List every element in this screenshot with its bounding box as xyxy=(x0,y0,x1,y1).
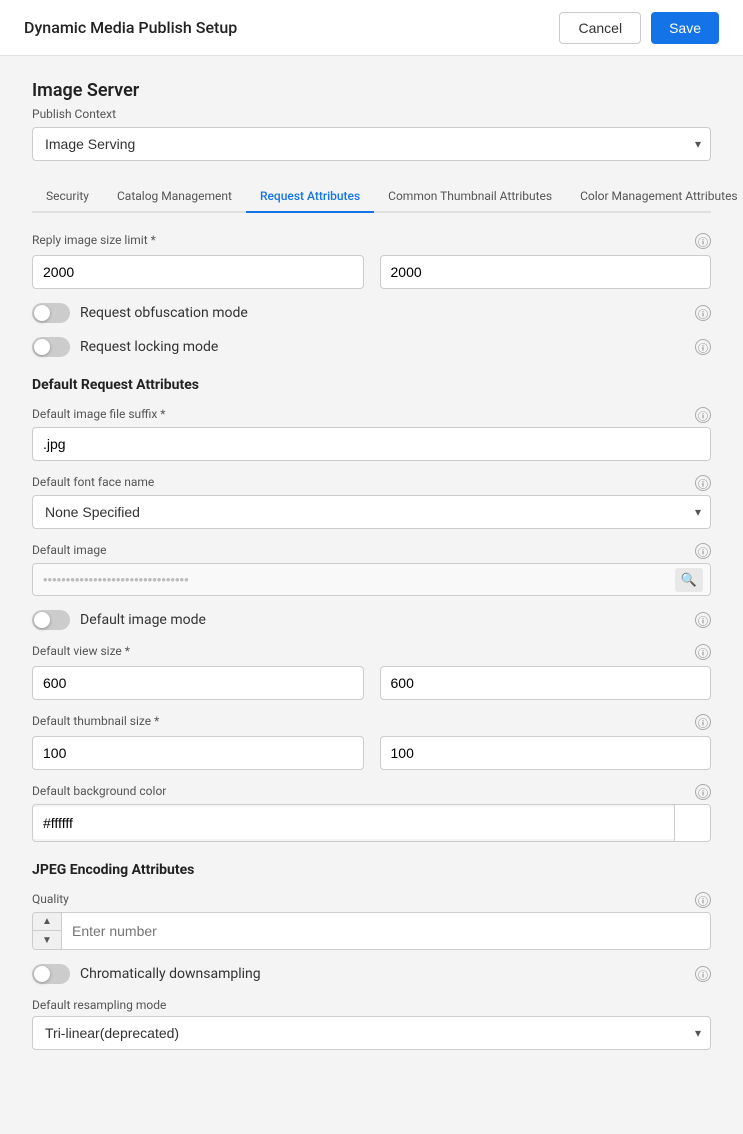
obfuscation-toggle-wrap: Request obfuscation mode xyxy=(32,303,248,323)
default-font-face-dropdown-wrap: None Specified ▾ xyxy=(32,495,711,529)
locking-info-icon[interactable]: ⓘ xyxy=(695,339,711,355)
locking-toggle-wrap: Request locking mode xyxy=(32,337,218,357)
default-resampling-label: Default resampling mode xyxy=(32,998,166,1012)
request-locking-label: Request locking mode xyxy=(80,339,218,355)
default-view-size-input-1[interactable] xyxy=(32,666,364,700)
default-image-search-icon[interactable]: 🔍 xyxy=(675,568,703,592)
color-swatch[interactable] xyxy=(674,805,710,841)
default-thumbnail-size-info-icon[interactable]: ⓘ xyxy=(695,714,711,730)
default-resampling-dropdown-wrap: Tri-linear(deprecated) ▾ xyxy=(32,1016,711,1050)
default-thumbnail-size-label-row: Default thumbnail size * ⓘ xyxy=(32,714,711,730)
default-image-suffix-info-icon[interactable]: ⓘ xyxy=(695,407,711,423)
toggle-knob-3 xyxy=(34,612,50,628)
toggle-knob xyxy=(34,305,50,321)
default-bg-color-label: Default background color xyxy=(32,784,166,798)
request-locking-toggle[interactable] xyxy=(32,337,70,357)
default-bg-color-label-row: Default background color ⓘ xyxy=(32,784,711,800)
tab-thumbnail[interactable]: Common Thumbnail Attributes xyxy=(374,181,566,213)
default-bg-color-info-icon[interactable]: ⓘ xyxy=(695,784,711,800)
save-button[interactable]: Save xyxy=(651,12,719,44)
default-font-face-row: Default font face name ⓘ xyxy=(32,475,711,491)
tab-security[interactable]: Security xyxy=(32,181,103,213)
publish-context-dropdown-wrap: Image Serving ▾ xyxy=(32,127,711,161)
quality-info-icon[interactable]: ⓘ xyxy=(695,892,711,908)
quality-stepper-down[interactable]: ▼ xyxy=(33,931,61,949)
default-font-face-label: Default font face name xyxy=(32,475,154,489)
default-view-size-label-row: Default view size * ⓘ xyxy=(32,644,711,660)
tab-request[interactable]: Request Attributes xyxy=(246,181,374,213)
header-actions: Cancel Save xyxy=(559,12,719,44)
main-content: Image Server Publish Context Image Servi… xyxy=(0,56,743,1074)
default-thumbnail-size-input-2[interactable] xyxy=(380,736,712,770)
chromatically-downsampling-label: Chromatically downsampling xyxy=(80,966,261,982)
header: Dynamic Media Publish Setup Cancel Save xyxy=(0,0,743,56)
default-image-row: Default image ⓘ xyxy=(32,543,711,559)
default-image-input-wrap: 🔍 xyxy=(32,563,711,596)
default-image-mode-toggle-wrap: Default image mode xyxy=(32,610,206,630)
chromatically-downsampling-row: Chromatically downsampling ⓘ xyxy=(32,964,711,984)
reply-image-size-info-icon[interactable]: ⓘ xyxy=(695,233,711,249)
publish-context-label: Publish Context xyxy=(32,107,711,121)
default-image-mode-label: Default image mode xyxy=(80,612,206,628)
default-thumbnail-size-label: Default thumbnail size * xyxy=(32,714,159,728)
reply-image-size-label: Reply image size limit * xyxy=(32,233,156,247)
default-font-face-info-icon[interactable]: ⓘ xyxy=(695,475,711,491)
quality-stepper: ▲ ▼ xyxy=(33,913,62,949)
quality-stepper-up[interactable]: ▲ xyxy=(33,913,61,931)
chromatically-downsampling-toggle-wrap: Chromatically downsampling xyxy=(32,964,261,984)
default-image-label: Default image xyxy=(32,543,106,557)
locking-row: Request locking mode ⓘ xyxy=(32,337,711,357)
tabs-bar: Security Catalog Management Request Attr… xyxy=(32,181,711,213)
reply-image-size-row: Reply image size limit * ⓘ xyxy=(32,233,711,249)
reply-image-size-inputs xyxy=(32,255,711,289)
default-image-suffix-label: Default image file suffix * xyxy=(32,407,165,421)
chromatically-downsampling-info-icon[interactable]: ⓘ xyxy=(695,966,711,982)
tab-color[interactable]: Color Management Attributes xyxy=(566,181,743,213)
default-font-face-select[interactable]: None Specified xyxy=(32,495,711,529)
obfuscation-info-icon[interactable]: ⓘ xyxy=(695,305,711,321)
default-request-section-heading: Default Request Attributes xyxy=(32,377,711,393)
default-image-input[interactable] xyxy=(32,563,711,596)
publish-context-select[interactable]: Image Serving xyxy=(32,127,711,161)
toggle-knob-4 xyxy=(34,966,50,982)
request-obfuscation-toggle[interactable] xyxy=(32,303,70,323)
quality-label: Quality xyxy=(32,892,69,906)
quality-label-row: Quality ⓘ xyxy=(32,892,711,908)
default-view-size-inputs xyxy=(32,666,711,700)
default-image-mode-row: Default image mode ⓘ xyxy=(32,610,711,630)
jpeg-section-heading: JPEG Encoding Attributes xyxy=(32,862,711,878)
default-image-suffix-input[interactable] xyxy=(32,427,711,461)
default-image-mode-info-icon[interactable]: ⓘ xyxy=(695,612,711,628)
quality-input[interactable] xyxy=(62,913,710,949)
request-obfuscation-label: Request obfuscation mode xyxy=(80,305,248,321)
reply-image-size-input-1[interactable] xyxy=(32,255,364,289)
toggle-knob-2 xyxy=(34,339,50,355)
cancel-button[interactable]: Cancel xyxy=(559,12,641,44)
chromatically-downsampling-toggle[interactable] xyxy=(32,964,70,984)
default-image-info-icon[interactable]: ⓘ xyxy=(695,543,711,559)
default-bg-color-input[interactable] xyxy=(33,807,674,839)
obfuscation-row: Request obfuscation mode ⓘ xyxy=(32,303,711,323)
reply-image-size-input-2[interactable] xyxy=(380,255,712,289)
default-view-size-info-icon[interactable]: ⓘ xyxy=(695,644,711,660)
default-view-size-input-2[interactable] xyxy=(380,666,712,700)
tab-catalog[interactable]: Catalog Management xyxy=(103,181,246,213)
default-image-mode-toggle[interactable] xyxy=(32,610,70,630)
default-resampling-label-row: Default resampling mode xyxy=(32,998,711,1012)
page-title: Dynamic Media Publish Setup xyxy=(24,18,237,37)
default-resampling-select[interactable]: Tri-linear(deprecated) xyxy=(32,1016,711,1050)
default-thumbnail-size-input-1[interactable] xyxy=(32,736,364,770)
quality-input-wrap: ▲ ▼ xyxy=(32,912,711,950)
section-title: Image Server xyxy=(32,80,711,101)
default-bg-color-input-wrap xyxy=(32,804,711,842)
default-thumbnail-size-inputs xyxy=(32,736,711,770)
default-view-size-label: Default view size * xyxy=(32,644,130,658)
default-image-suffix-row: Default image file suffix * ⓘ xyxy=(32,407,711,423)
